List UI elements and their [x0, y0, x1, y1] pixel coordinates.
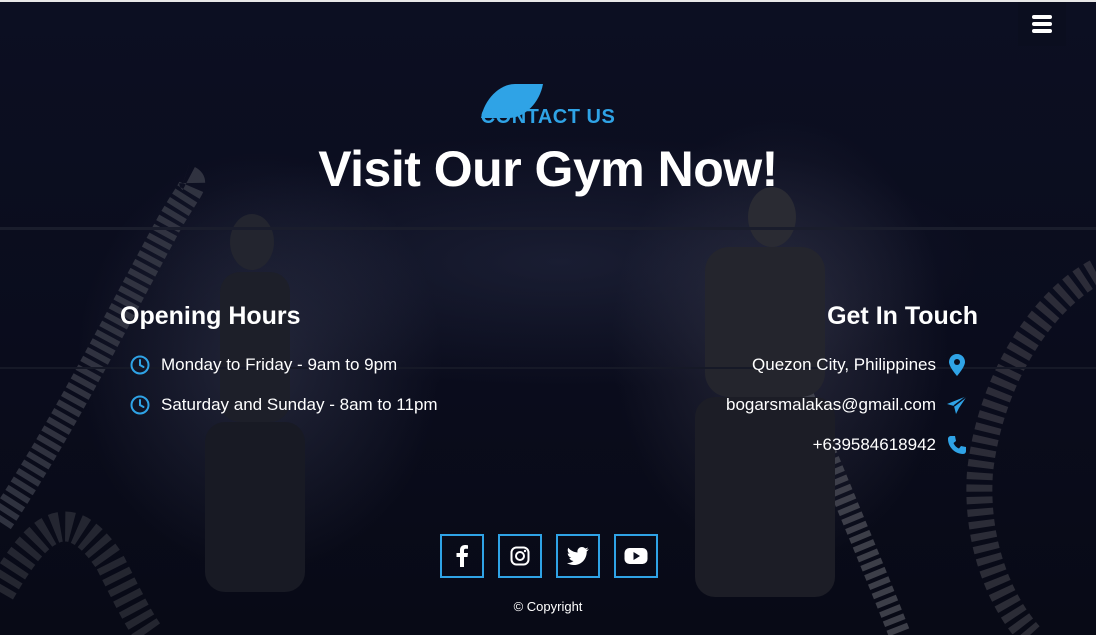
contact-phone[interactable]: +639584618942 — [813, 434, 968, 456]
contact-email[interactable]: bogarsmalakas@gmail.com — [726, 394, 968, 416]
paper-plane-icon — [946, 394, 968, 416]
address-text: Quezon City, Philippines — [752, 355, 936, 374]
instagram-link[interactable] — [498, 534, 542, 578]
youtube-link[interactable] — [614, 534, 658, 578]
page-title: Visit Our Gym Now! — [318, 141, 778, 197]
copyright-icon: © — [513, 599, 524, 614]
facebook-link[interactable] — [440, 534, 484, 578]
contact-address: Quezon City, Philippines — [752, 354, 968, 376]
copyright-text: © Copyright — [0, 599, 1096, 614]
section-tag: CONTACT US — [480, 106, 616, 128]
phone-text[interactable]: +639584618942 — [813, 435, 936, 455]
clock-icon — [129, 394, 151, 416]
twitter-link[interactable] — [556, 534, 600, 578]
menu-toggle-button[interactable] — [1018, 2, 1066, 46]
phone-icon — [946, 434, 968, 456]
twitter-icon — [567, 547, 589, 565]
email-text[interactable]: bogarsmalakas@gmail.com — [726, 395, 936, 415]
clock-icon — [129, 354, 151, 376]
opening-hours-heading: Opening Hours — [120, 302, 301, 330]
hours-item: Monday to Friday - 9am to 9pm — [129, 354, 397, 376]
get-in-touch-heading: Get In Touch — [827, 302, 978, 330]
contact-section: CONTACT US Visit Our Gym Now! Opening Ho… — [0, 2, 1096, 635]
location-pin-icon — [946, 354, 968, 376]
hamburger-menu-icon — [1032, 15, 1052, 33]
copyright-label: Copyright — [526, 599, 583, 614]
hours-item-text: Monday to Friday - 9am to 9pm — [161, 355, 398, 374]
social-links — [440, 534, 658, 578]
instagram-icon — [510, 546, 530, 566]
hours-item: Saturday and Sunday - 8am to 11pm — [129, 394, 438, 416]
hours-item-text: Saturday and Sunday - 8am to 11pm — [161, 395, 438, 414]
facebook-icon — [456, 545, 468, 567]
youtube-icon — [624, 548, 648, 564]
